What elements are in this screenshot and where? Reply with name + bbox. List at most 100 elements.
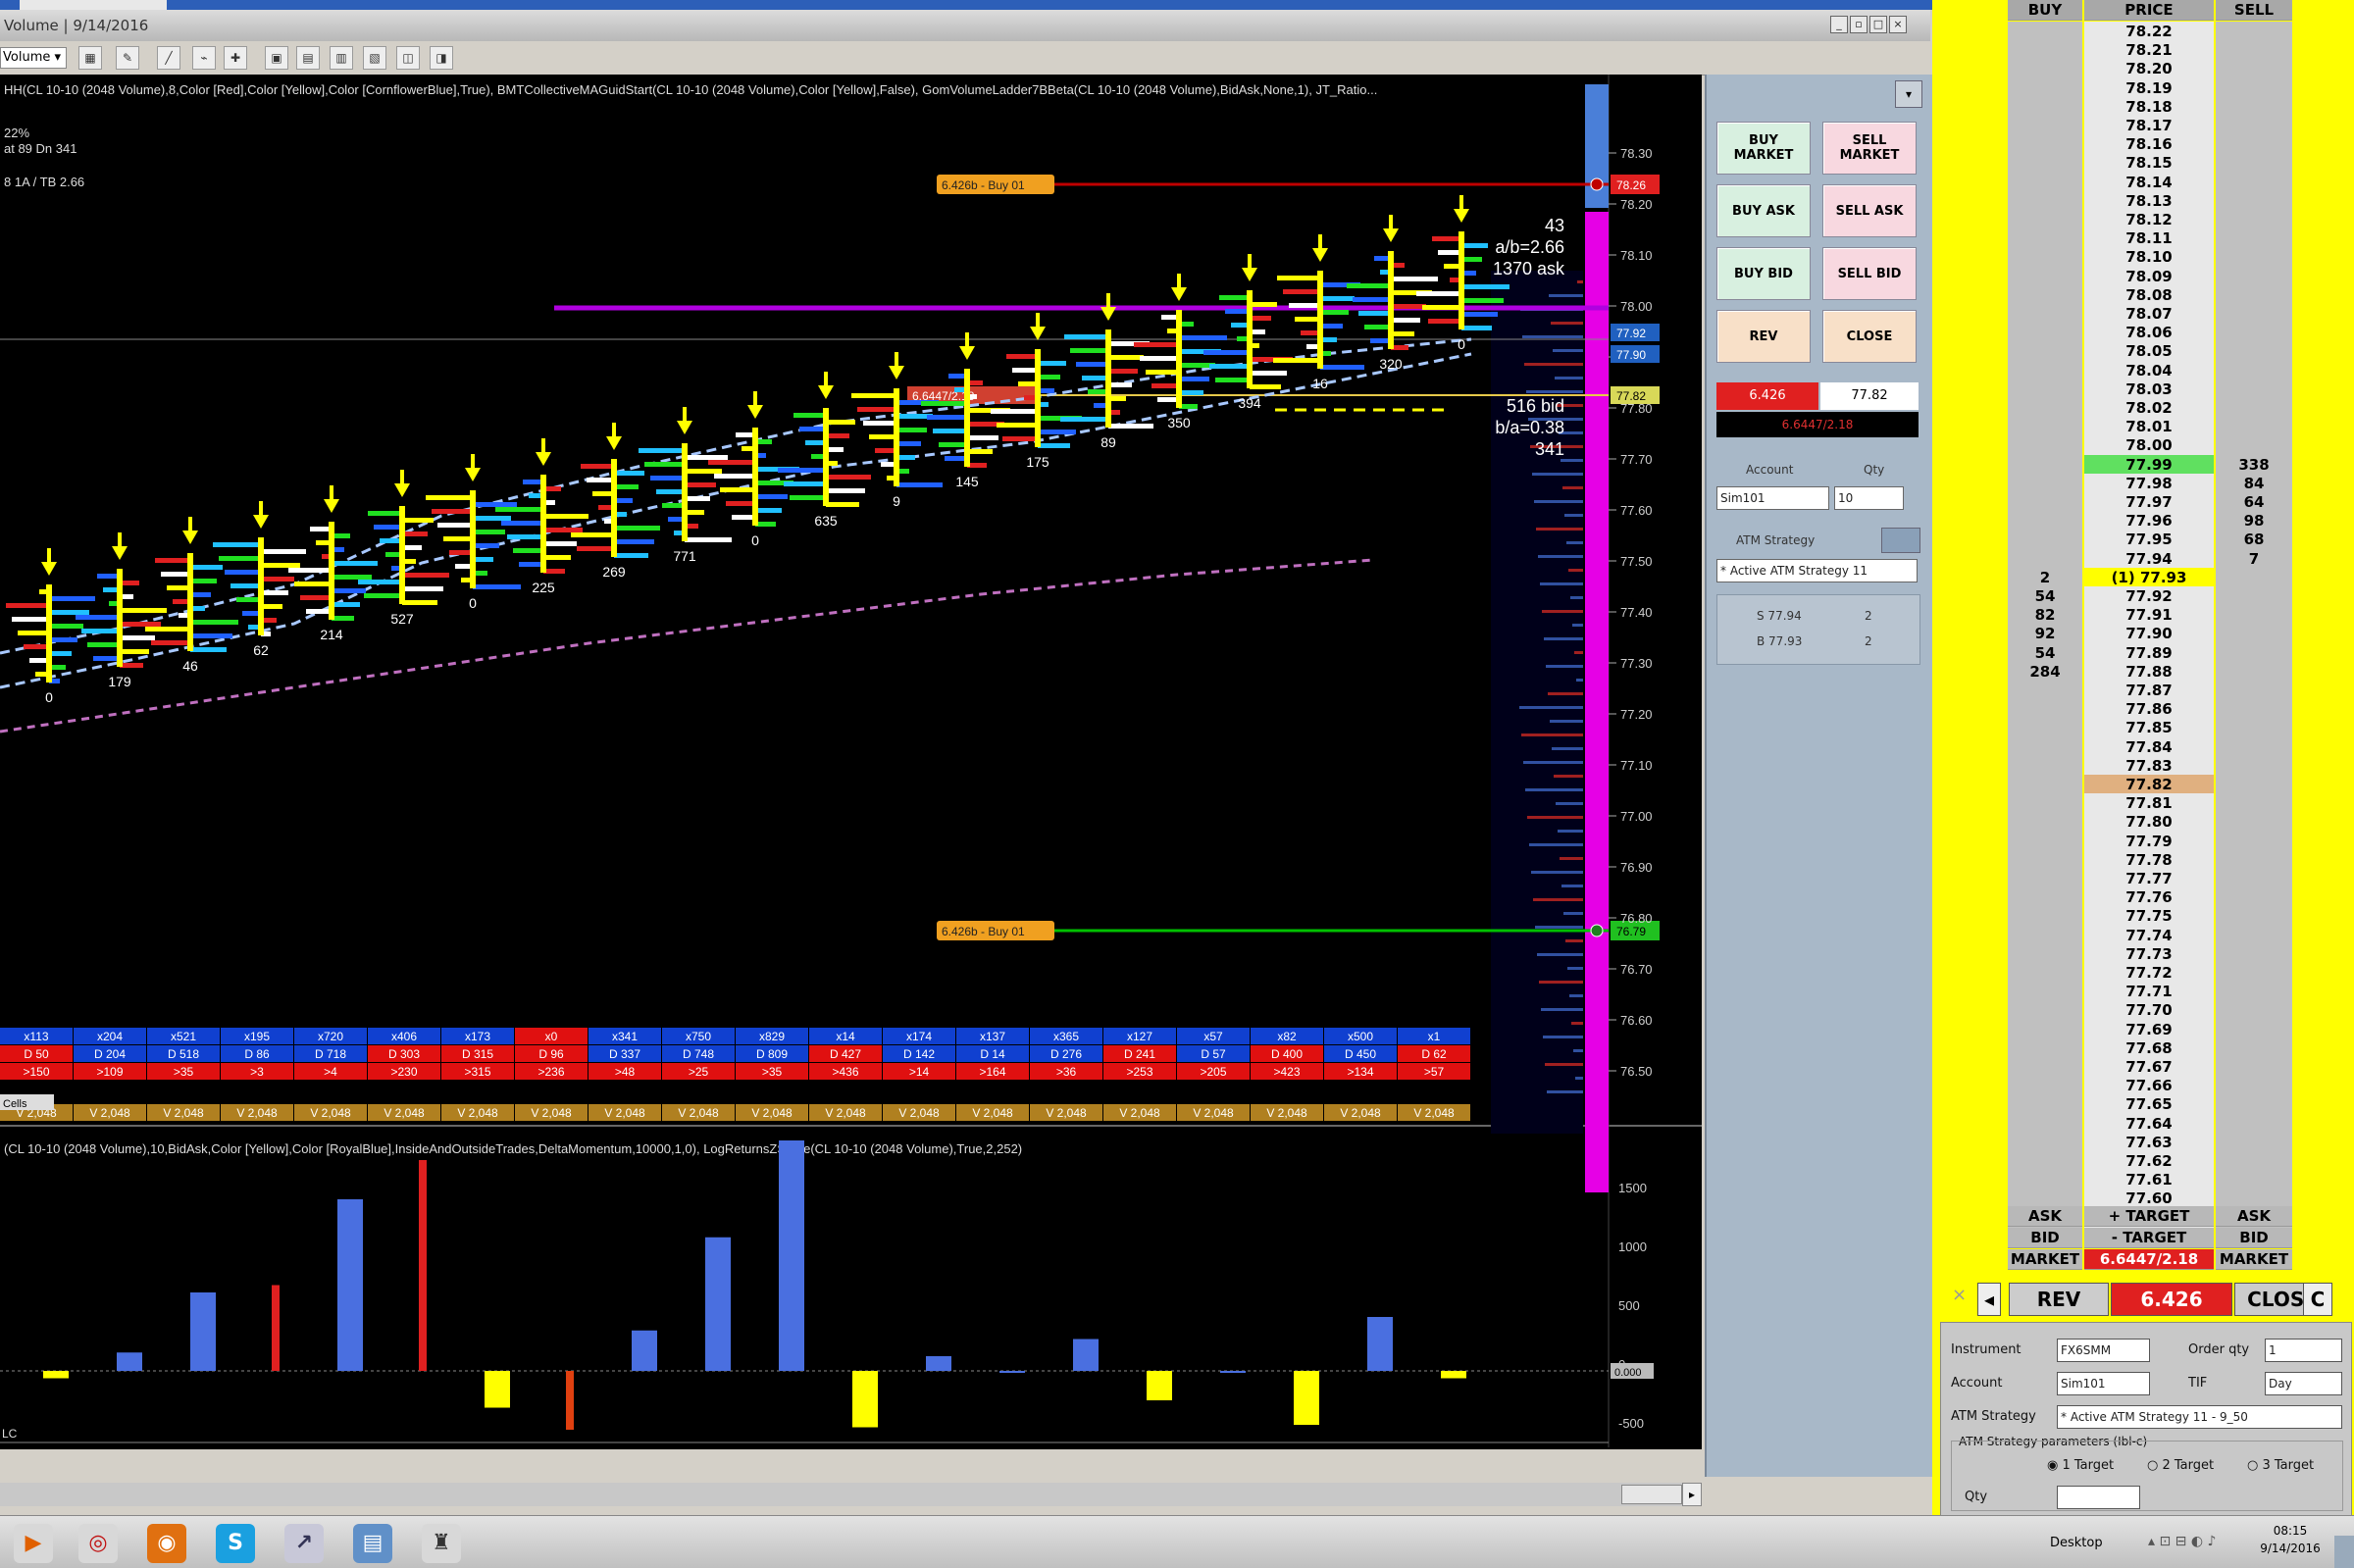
ladder-row[interactable]: 77.82: [2008, 775, 2292, 795]
ladder-buy-cell[interactable]: [2008, 266, 2082, 287]
ladder-buy-cell[interactable]: [2008, 1019, 2082, 1040]
ladder-buy-cell[interactable]: [2008, 360, 2082, 381]
dom-reverse-button[interactable]: REV: [2009, 1283, 2109, 1316]
ladder-row[interactable]: 77.73: [2008, 943, 2292, 965]
ladder-row[interactable]: 78.07: [2008, 304, 2292, 325]
ladder-buy-cell[interactable]: [2008, 793, 2082, 815]
ask-target-right[interactable]: ASK: [2216, 1206, 2292, 1227]
ladder-buy-cell[interactable]: [2008, 812, 2082, 834]
atm-strategy-select[interactable]: * Active ATM Strategy 11: [1716, 559, 1918, 582]
ladder-buy-cell[interactable]: [2008, 1094, 2082, 1116]
ladder-buy-cell[interactable]: [2008, 304, 2082, 325]
ladder-sell-cell[interactable]: [2216, 1094, 2292, 1116]
ladder-buy-cell[interactable]: [2008, 172, 2082, 193]
ladder-row[interactable]: 78.09: [2008, 266, 2292, 287]
ladder-row[interactable]: 78.12: [2008, 210, 2292, 230]
ladder-row[interactable]: 77.70: [2008, 1000, 2292, 1022]
ladder-sell-cell[interactable]: [2216, 963, 2292, 984]
ladder-sell-cell[interactable]: [2216, 190, 2292, 212]
dom-c-button[interactable]: C: [2303, 1283, 2332, 1316]
ladder-row[interactable]: 77.83: [2008, 755, 2292, 777]
ladder-buy-cell[interactable]: [2008, 77, 2082, 99]
ladder-sell-cell[interactable]: [2216, 1037, 2292, 1059]
target2-radio[interactable]: ○ 2 Target: [2147, 1458, 2214, 1473]
ladder-sell-cell[interactable]: [2216, 228, 2292, 250]
ladder-row[interactable]: 77.96 98: [2008, 511, 2292, 532]
ask-target-row[interactable]: ASK + TARGET ASK: [2008, 1206, 2292, 1227]
target3-radio[interactable]: ○ 3 Target: [2247, 1458, 2314, 1473]
ladder-sell-cell[interactable]: [2216, 210, 2292, 230]
price-chart[interactable]: HH(CL 10-10 (2048 Volume),8,Color [Red],…: [0, 75, 1702, 1477]
ladder-sell-cell[interactable]: [2216, 699, 2292, 721]
ladder-row[interactable]: 77.86: [2008, 699, 2292, 721]
chart-properties-icon[interactable]: ▥: [330, 46, 353, 70]
ladder-sell-cell[interactable]: [2216, 398, 2292, 419]
ladder-row[interactable]: 78.10: [2008, 247, 2292, 269]
close-icon[interactable]: ×: [1889, 16, 1907, 33]
ladder-buy-cell[interactable]: [2008, 869, 2082, 889]
plus-target[interactable]: + TARGET: [2084, 1206, 2214, 1227]
target1-radio[interactable]: ◉ 1 Target: [2047, 1458, 2114, 1473]
ladder-sell-cell[interactable]: [2216, 567, 2292, 588]
ladder-sell-cell[interactable]: [2216, 417, 2292, 438]
ladder-sell-cell[interactable]: [2216, 849, 2292, 871]
draw-pencil-icon[interactable]: ✎: [116, 46, 139, 70]
ladder-sell-cell[interactable]: [2216, 755, 2292, 777]
ladder-sell-cell[interactable]: [2216, 812, 2292, 834]
ladder-buy-cell[interactable]: [2008, 775, 2082, 795]
ladder-buy-cell[interactable]: [2008, 417, 2082, 438]
ladder-row[interactable]: 77.77: [2008, 869, 2292, 889]
ladder-row[interactable]: 77.99 338: [2008, 454, 2292, 476]
ladder-row[interactable]: 78.15: [2008, 153, 2292, 175]
ladder-sell-cell[interactable]: [2216, 304, 2292, 325]
skype-icon[interactable]: S: [216, 1524, 255, 1563]
ladder-sell-cell[interactable]: [2216, 736, 2292, 758]
ladder-sell-cell[interactable]: [2216, 681, 2292, 701]
sell-bid-button[interactable]: SELL BID: [1822, 247, 1917, 300]
ladder-sell-cell[interactable]: [2216, 831, 2292, 852]
reverse-button[interactable]: REV: [1716, 310, 1811, 363]
ladder-row[interactable]: 82 77.91: [2008, 605, 2292, 627]
ladder-buy-cell[interactable]: [2008, 379, 2082, 400]
ladder-buy-cell[interactable]: [2008, 1057, 2082, 1078]
ladder-sell-cell[interactable]: [2216, 153, 2292, 175]
bid-target-right[interactable]: BID: [2216, 1228, 2292, 1248]
ladder-buy-cell[interactable]: [2008, 831, 2082, 852]
ladder-buy-cell[interactable]: [2008, 190, 2082, 212]
templates-icon[interactable]: ◨: [430, 46, 453, 70]
ladder-sell-cell[interactable]: [2216, 116, 2292, 136]
zoom-icon[interactable]: ▣: [265, 46, 288, 70]
ladder-sell-cell[interactable]: [2216, 59, 2292, 80]
strategies-icon[interactable]: ◫: [396, 46, 420, 70]
ladder-sell-cell[interactable]: [2216, 793, 2292, 815]
bar-type-icon[interactable]: ▦: [78, 46, 102, 70]
ladder-buy-cell[interactable]: [2008, 153, 2082, 175]
ladder-sell-cell[interactable]: [2216, 1113, 2292, 1135]
ladder-sell-cell[interactable]: [2216, 642, 2292, 664]
ladder-row[interactable]: 78.20: [2008, 59, 2292, 80]
ladder-buy-cell[interactable]: [2008, 699, 2082, 721]
tray-icons[interactable]: ▴ ⊡ ⊟ ◐ ♪: [2148, 1534, 2216, 1549]
ladder-buy-cell[interactable]: [2008, 718, 2082, 739]
ladder-row[interactable]: 78.22: [2008, 22, 2292, 42]
scrollbar-thumb[interactable]: [1621, 1485, 1682, 1504]
scroll-left-icon[interactable]: ◂: [1977, 1283, 2001, 1316]
ladder-row[interactable]: 77.80: [2008, 812, 2292, 834]
ladder-row[interactable]: 77.71: [2008, 982, 2292, 1003]
clock-time[interactable]: 08:15: [2256, 1524, 2325, 1538]
media-player-icon[interactable]: ▶: [14, 1524, 53, 1563]
draw-line-icon[interactable]: ╱: [157, 46, 180, 70]
ladder-row[interactable]: 54 77.89: [2008, 642, 2292, 664]
atm-config-button[interactable]: [1881, 528, 1920, 553]
ladder-buy-cell[interactable]: [2008, 228, 2082, 250]
window-app-icon[interactable]: ▤: [353, 1524, 392, 1563]
ladder-buy-cell[interactable]: [2008, 755, 2082, 777]
bid-target-left[interactable]: BID: [2008, 1228, 2082, 1248]
ninjatrader-icon[interactable]: ♜: [422, 1524, 461, 1563]
chart-type-dropdown[interactable]: Volume ▾: [0, 47, 67, 69]
ladder-sell-cell[interactable]: [2216, 925, 2292, 946]
ladder-sell-cell[interactable]: [2216, 1000, 2292, 1022]
ladder-row[interactable]: 54 77.92: [2008, 586, 2292, 607]
ladder-sell-cell[interactable]: [2216, 77, 2292, 99]
ladder-buy-cell[interactable]: [2008, 849, 2082, 871]
